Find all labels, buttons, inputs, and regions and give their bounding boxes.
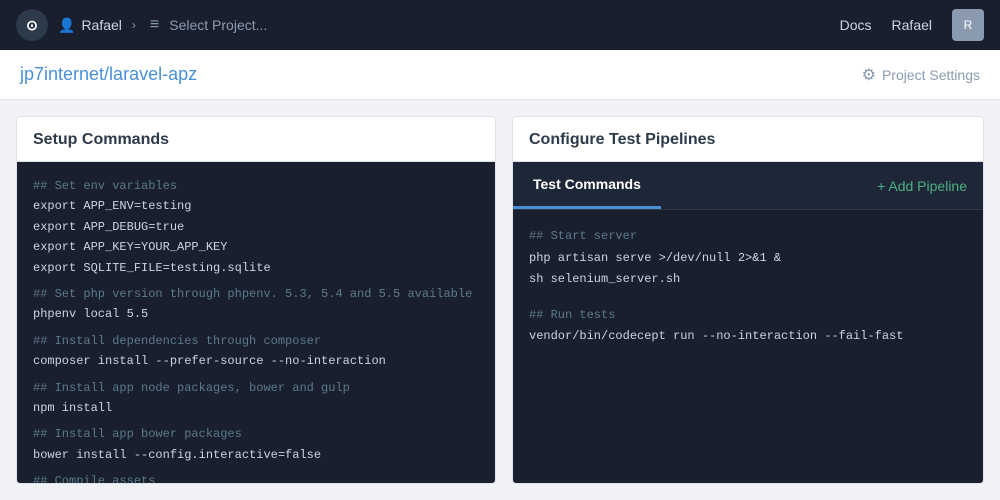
code-line: ## Install app node packages, bower and …: [33, 378, 479, 398]
setup-commands-title: Setup Commands: [17, 117, 495, 162]
code-line: export SQLITE_FILE=testing.sqlite: [33, 258, 479, 278]
code-line: composer install --prefer-source --no-in…: [33, 351, 479, 371]
code-line: sh selenium_server.sh: [529, 269, 967, 291]
code-comment: ## Start server: [529, 226, 967, 248]
code-line: bower install --config.interactive=false: [33, 445, 479, 465]
test-commands-code[interactable]: ## Start serverphp artisan serve >/dev/n…: [513, 210, 983, 483]
docs-link[interactable]: Docs: [840, 17, 872, 33]
code-line: ## Install dependencies through composer: [33, 331, 479, 351]
header-right: Docs Rafael R: [840, 9, 984, 41]
user-icon: 👤: [58, 17, 75, 34]
logo-icon: ⊙: [26, 17, 38, 34]
code-line: export APP_DEBUG=true: [33, 217, 479, 237]
code-line: ## Compile assets: [33, 471, 479, 483]
setup-commands-code[interactable]: ## Set env variablesexport APP_ENV=testi…: [17, 162, 495, 483]
code-line: ## Set env variables: [33, 176, 479, 196]
code-line: export APP_ENV=testing: [33, 196, 479, 216]
main-header: ⊙ 👤 Rafael › ≡ Select Project... Docs Ra…: [0, 0, 1000, 50]
nav-username: Rafael: [892, 17, 932, 33]
code-line: ## Install app bower packages: [33, 424, 479, 444]
code-group: ## Start serverphp artisan serve >/dev/n…: [529, 226, 967, 291]
code-line: npm install: [33, 398, 479, 418]
avatar[interactable]: R: [952, 9, 984, 41]
project-settings-label: Project Settings: [882, 67, 980, 83]
code-line: ## Set php version through phpenv. 5.3, …: [33, 284, 479, 304]
app-logo[interactable]: ⊙: [16, 9, 48, 41]
project-name[interactable]: jp7internet/laravel-apz: [20, 64, 197, 85]
test-commands-tab[interactable]: Test Commands: [513, 162, 661, 209]
code-group: ## Run testsvendor/bin/codecept run --no…: [529, 305, 967, 348]
project-selector[interactable]: Select Project...: [169, 17, 267, 33]
code-comment: ## Run tests: [529, 305, 967, 327]
project-settings-button[interactable]: ⚙ Project Settings: [862, 65, 980, 85]
project-bar: jp7internet/laravel-apz ⚙ Project Settin…: [0, 50, 1000, 100]
configure-test-panel: Configure Test Pipelines Test Commands +…: [512, 116, 984, 484]
gear-icon: ⚙: [862, 65, 876, 85]
add-pipeline-button[interactable]: + Add Pipeline: [861, 168, 983, 204]
menu-icon[interactable]: ≡: [150, 16, 159, 34]
breadcrumb-chevron: ›: [132, 18, 136, 32]
code-line: export APP_KEY=YOUR_APP_KEY: [33, 237, 479, 257]
code-line: phpenv local 5.5: [33, 304, 479, 324]
avatar-text: R: [964, 18, 973, 32]
pipeline-tabs: Test Commands + Add Pipeline: [513, 162, 983, 210]
setup-commands-panel: Setup Commands ## Set env variablesexpor…: [16, 116, 496, 484]
main-content: Setup Commands ## Set env variablesexpor…: [0, 100, 1000, 500]
header-username: Rafael: [81, 17, 121, 33]
header-left: ⊙ 👤 Rafael › ≡ Select Project...: [16, 9, 267, 41]
code-line: php artisan serve >/dev/null 2>&1 &: [529, 248, 967, 270]
user-info[interactable]: 👤 Rafael: [58, 17, 122, 34]
code-line: vendor/bin/codecept run --no-interaction…: [529, 326, 967, 348]
configure-test-title: Configure Test Pipelines: [513, 117, 983, 162]
